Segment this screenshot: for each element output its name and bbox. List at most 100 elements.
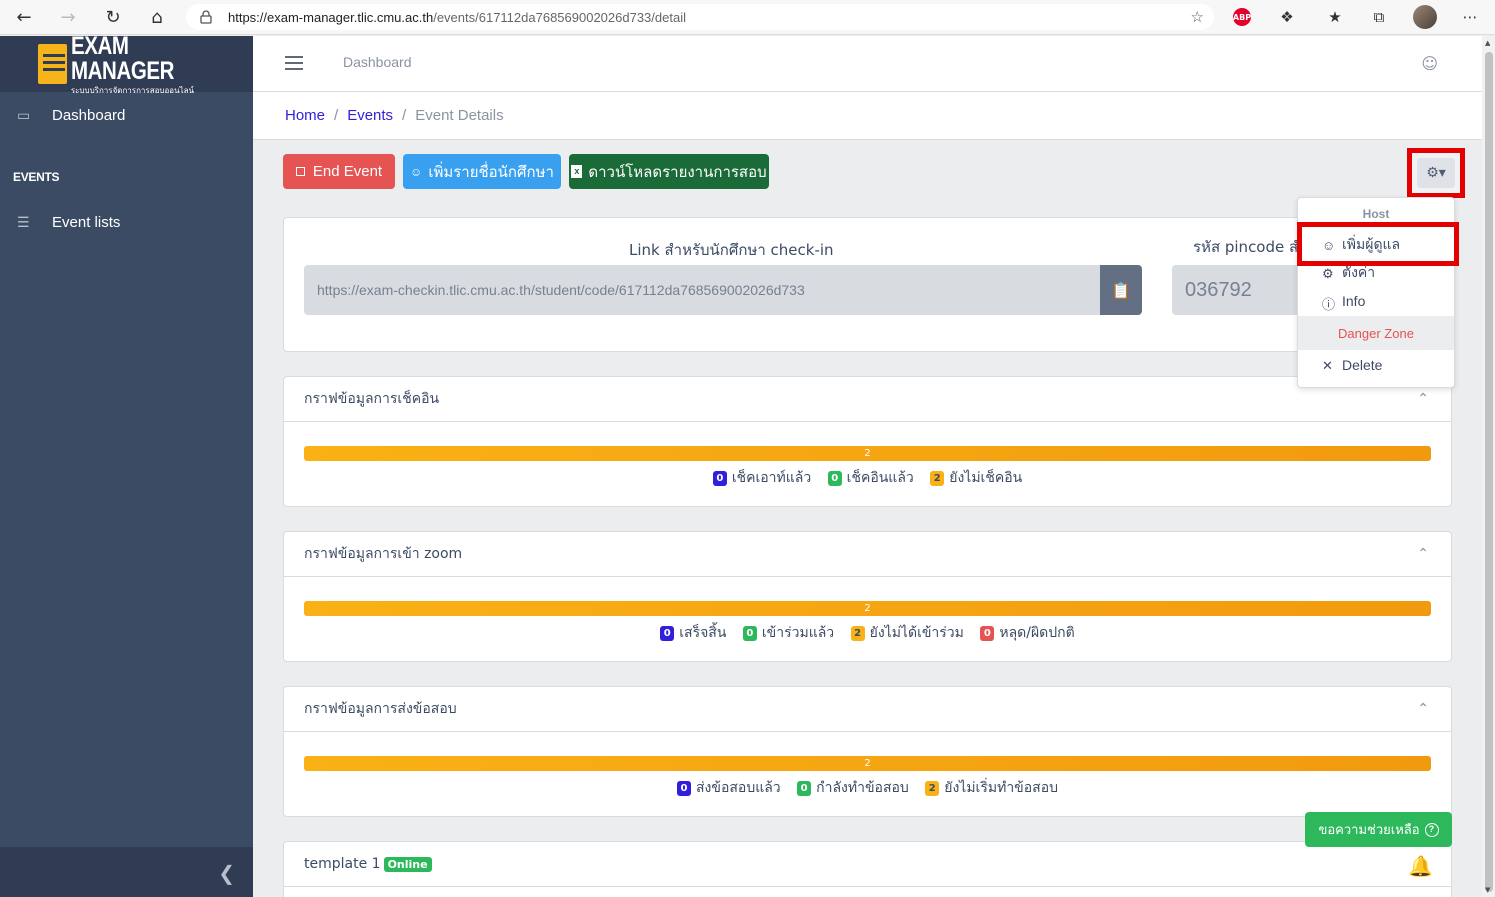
legend-label: ยังไม่เช็คอิน <box>949 470 1023 486</box>
breadcrumb-home[interactable]: Home <box>285 107 325 124</box>
legend-label: ส่งข้อสอบแล้ว <box>696 780 781 796</box>
count-badge: 2 <box>930 471 945 486</box>
copy-clipboard-button[interactable]: 📋 <box>1100 265 1142 315</box>
pincode-input[interactable]: 036792 <box>1172 265 1312 315</box>
settings-dropdown-toggle[interactable]: ⚙▾ <box>1407 148 1465 198</box>
checkin-link-input[interactable]: https://exam-checkin.tlic.cmu.ac.th/stud… <box>304 265 1100 315</box>
delete-menu-item[interactable]: ✕ Delete <box>1298 352 1454 378</box>
user-plus-icon: ☺ <box>410 164 423 179</box>
template-title: template 1 <box>304 856 381 872</box>
gear-icon: ⚙ <box>1322 266 1334 281</box>
laptop-icon: ▭ <box>17 107 31 123</box>
more-options-icon[interactable]: ⋯ <box>1459 6 1481 28</box>
sidebar-item-dashboard[interactable]: ▭ Dashboard <box>0 93 253 137</box>
end-event-label: End Event <box>312 163 383 180</box>
gear-icon: ⚙▾ <box>1417 158 1455 188</box>
progress-bar: 2 <box>304 446 1431 461</box>
delete-label: Delete <box>1342 357 1383 373</box>
help-label: ขอความช่วยเหลือ <box>1318 822 1420 837</box>
sidebar-item-label: Dashboard <box>52 106 126 124</box>
checkin-link-card: Link สำหรับนักศึกษา check-in รหัส pincod… <box>283 217 1452 352</box>
collections-icon[interactable]: ⧉ <box>1368 6 1390 28</box>
url-host: https://exam-manager.tlic.cmu.ac.th <box>228 9 434 25</box>
back-arrow-icon[interactable]: ← <box>10 4 38 30</box>
user-icon[interactable]: ☺ <box>1421 54 1438 73</box>
scroll-up-icon[interactable]: ▲ <box>1485 39 1490 47</box>
legend-label: เข้าร่วมแล้ว <box>761 625 835 641</box>
clipboard-icon: 📋 <box>1111 280 1131 300</box>
sidebar-item-label: Event lists <box>52 213 121 231</box>
address-bar[interactable]: https://exam-manager.tlic.cmu.ac.th/even… <box>186 4 1214 30</box>
card-title: กราฟข้อมูลการส่งข้อสอบ <box>304 701 457 717</box>
progress-bar: 2 <box>304 601 1431 616</box>
browser-toolbar: ← → ↻ ⌂ https://exam-manager.tlic.cmu.ac… <box>0 0 1495 35</box>
breadcrumb: Home / Events / Event Details <box>253 92 1482 140</box>
legend-item: 0 หลุด/ผิดปกติ <box>980 622 1075 644</box>
chart-legend: 0 เสร็จสิ้น 0 เข้าร่วมแล้ว 2 ยังไม่ได้เข้าร… <box>284 622 1451 644</box>
favorites-icon[interactable]: ★ <box>1324 6 1346 28</box>
profile-avatar[interactable] <box>1413 5 1437 29</box>
scroll-down-icon[interactable]: ▼ <box>1485 886 1490 894</box>
list-icon: ☰ <box>17 214 30 230</box>
chevron-left-icon[interactable]: ❮ <box>218 861 235 885</box>
add-students-button[interactable]: ☺ เพิ่มรายชื่อนักศึกษา <box>403 154 561 189</box>
info-menu-item[interactable]: ⓘ Info <box>1298 288 1454 314</box>
download-report-label: ดาวน์โหลดรายงานการสอบ <box>588 163 767 181</box>
brand[interactable]: EXAM MANAGER ระบบบริการจัดการการสอบออนไล… <box>0 33 253 94</box>
checkin-chart-card: กราฟข้อมูลการเช็คอิน ⌃ 2 0 เช็คเอาท์แล้ว … <box>283 376 1452 507</box>
adblock-extension-icon[interactable]: ABP <box>1233 8 1251 26</box>
sidebar-item-event-lists[interactable]: ☰ Event lists <box>0 200 253 244</box>
status-badge: Online <box>383 856 432 872</box>
count-badge: 0 <box>742 626 757 641</box>
breadcrumb-separator: / <box>334 107 339 124</box>
dropdown-header-danger-zone: Danger Zone <box>1298 316 1454 350</box>
count-badge: 0 <box>827 471 842 486</box>
forward-arrow-icon[interactable]: → <box>54 4 82 30</box>
breadcrumb-events[interactable]: Events <box>347 107 393 124</box>
count-badge: 0 <box>797 781 812 796</box>
chevron-up-icon[interactable]: ⌃ <box>1417 391 1429 407</box>
favorite-star-icon[interactable]: ☆ <box>1191 8 1204 26</box>
header-dashboard-link[interactable]: Dashboard <box>343 54 412 70</box>
legend-label: เช็คเอาท์แล้ว <box>731 470 812 486</box>
card-header: กราฟข้อมูลการเข้า zoom ⌃ <box>284 532 1451 577</box>
breadcrumb-separator: / <box>402 107 407 124</box>
legend-item: 2 ยังไม่เช็คอิน <box>930 467 1022 489</box>
question-icon: ? <box>1424 822 1439 837</box>
close-icon: ✕ <box>1322 358 1333 373</box>
scrollbar-thumb[interactable] <box>1485 52 1493 892</box>
count-badge: 2 <box>850 626 865 641</box>
dropdown-header-host: Host <box>1362 207 1390 221</box>
chart-legend: 0 ส่งข้อสอบแล้ว 0 กำลังทำข้อสอบ 2 ยังไม่เริ… <box>284 777 1451 799</box>
bell-icon[interactable]: 🔔 <box>1408 854 1433 878</box>
count-badge: 0 <box>660 626 675 641</box>
download-report-button[interactable]: x ดาวน์โหลดรายงานการสอบ <box>569 154 769 189</box>
help-button[interactable]: ขอความช่วยเหลือ ? <box>1305 812 1452 847</box>
refresh-icon[interactable]: ↻ <box>99 4 127 30</box>
legend-item: 0 ส่งข้อสอบแล้ว <box>677 777 781 799</box>
top-header: Dashboard ☺ <box>253 36 1482 92</box>
page-scrollbar[interactable]: ▲ ▼ <box>1482 36 1495 897</box>
legend-item: 2 ยังไม่เริ่มทำข้อสอบ <box>925 777 1058 799</box>
legend-label: เสร็จสิ้น <box>679 625 727 641</box>
legend-label: เช็คอินแล้ว <box>846 470 914 486</box>
end-event-button[interactable]: End Event <box>283 154 395 189</box>
legend-item: 2 ยังไม่ได้เข้าร่วม <box>850 622 964 644</box>
hamburger-menu-icon[interactable] <box>285 56 303 70</box>
info-icon: ⓘ <box>1322 297 1336 312</box>
legend-label: ยังไม่ได้เข้าร่วม <box>869 625 964 641</box>
chevron-up-icon[interactable]: ⌃ <box>1417 701 1429 717</box>
count-badge: 0 <box>980 626 995 641</box>
submit-chart-card: กราฟข้อมูลการส่งข้อสอบ ⌃ 2 0 ส่งข้อสอบแล้… <box>283 686 1452 817</box>
chevron-up-icon[interactable]: ⌃ <box>1417 546 1429 562</box>
excel-icon: x <box>571 165 583 178</box>
extensions-puzzle-icon[interactable]: ❖ <box>1276 6 1298 28</box>
legend-label: ยังไม่เริ่มทำข้อสอบ <box>944 780 1058 796</box>
sidebar-footer: ❮ <box>0 847 253 897</box>
legend-item: 0 กำลังทำข้อสอบ <box>797 777 909 799</box>
count-badge: 0 <box>712 471 727 486</box>
legend-item: 0 เสร็จสิ้น <box>660 622 726 644</box>
home-icon[interactable]: ⌂ <box>143 4 171 30</box>
info-label: Info <box>1342 293 1366 309</box>
legend-label: กำลังทำข้อสอบ <box>816 780 909 796</box>
